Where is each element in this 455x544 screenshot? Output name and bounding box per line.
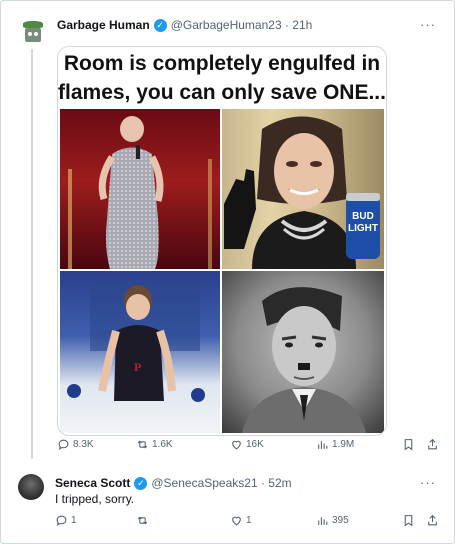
reply-button[interactable]: 8.3K (57, 438, 94, 451)
reply-tweet[interactable]: Seneca Scott ✓ @SenecaSpeaks21 · 52m ···… (1, 461, 454, 543)
like-count: 1 (246, 515, 252, 526)
share-icon (428, 514, 437, 526)
tweet-media[interactable]: Room is completely engulfed in flames, y… (57, 46, 387, 436)
meme-panel-1 (60, 109, 220, 269)
author-name[interactable]: Garbage Human (57, 18, 150, 32)
meme-title-line-2: flames, you can only save ONE... (58, 81, 386, 104)
like-button[interactable]: 16K (230, 438, 264, 451)
reply-handle-time[interactable]: @SenecaSpeaks21 · 52m (151, 476, 291, 490)
avatar-garbage-human[interactable] (18, 15, 48, 45)
like-count: 16K (246, 439, 264, 450)
avatar-eye (34, 32, 38, 36)
views-button[interactable]: 1.9M (316, 438, 354, 451)
share-button[interactable] (426, 514, 439, 527)
retweet-count: 1.6K (152, 439, 173, 450)
reply-author-name[interactable]: Seneca Scott (55, 476, 130, 490)
meme-panel-2: BUD LIGHT (222, 109, 384, 269)
views-count: 395 (332, 515, 349, 526)
like-icon (232, 440, 241, 450)
meme-title-line-1: Room is completely engulfed in (63, 52, 381, 75)
views-icon (318, 441, 328, 449)
bookmark-icon (404, 515, 413, 527)
tweet-header: Garbage Human ✓ @GarbageHuman23 · 21h (57, 18, 312, 32)
timeline-frame: Garbage Human ✓ @GarbageHuman23 · 21h ··… (0, 0, 455, 544)
retweet-icon (137, 440, 148, 449)
retweet-icon (137, 516, 148, 525)
avatar-eye (28, 32, 32, 36)
more-icon[interactable]: ··· (420, 475, 436, 490)
verified-badge-icon: ✓ (153, 18, 167, 32)
svg-text:P: P (134, 360, 141, 374)
views-icon (318, 517, 328, 525)
reply-actions: 1 1 395 (55, 514, 442, 532)
bookmark-button[interactable] (402, 438, 415, 451)
reply-text: I tripped, sorry. (55, 492, 135, 506)
bookmark-icon (404, 439, 413, 451)
bookmark-button[interactable] (402, 514, 415, 527)
thread-line (31, 49, 33, 459)
meme-title: Room is completely engulfed in flames, y… (58, 49, 386, 107)
avatar-lid (23, 21, 43, 28)
like-icon (232, 516, 241, 526)
meme-panel-4 (222, 271, 384, 433)
reply-count: 8.3K (73, 439, 94, 450)
svg-text:LIGHT: LIGHT (348, 223, 378, 234)
reply-icon (56, 515, 67, 527)
share-button[interactable] (426, 438, 439, 451)
meme-panel-3: P (60, 271, 220, 433)
more-icon[interactable]: ··· (420, 17, 436, 32)
like-button[interactable]: 1 (230, 514, 252, 527)
views-count: 1.9M (332, 439, 355, 450)
tweet-actions: 8.3K 1.6K 16K 1.9M (57, 438, 442, 456)
verified-badge-icon: ✓ (134, 476, 148, 490)
reply-count: 1 (71, 515, 77, 526)
reply-button[interactable]: 1 (55, 514, 77, 527)
author-handle-time[interactable]: @GarbageHuman23 · 21h (171, 18, 313, 32)
share-icon (428, 438, 437, 450)
reply-header: Seneca Scott ✓ @SenecaSpeaks21 · 52m (55, 476, 292, 490)
views-button[interactable]: 395 (316, 514, 349, 527)
reply-icon (58, 439, 69, 451)
svg-text:BUD: BUD (352, 211, 374, 222)
avatar-seneca-scott[interactable] (18, 474, 44, 500)
retweet-button[interactable]: 1.6K (136, 438, 173, 451)
retweet-button[interactable] (136, 514, 152, 527)
